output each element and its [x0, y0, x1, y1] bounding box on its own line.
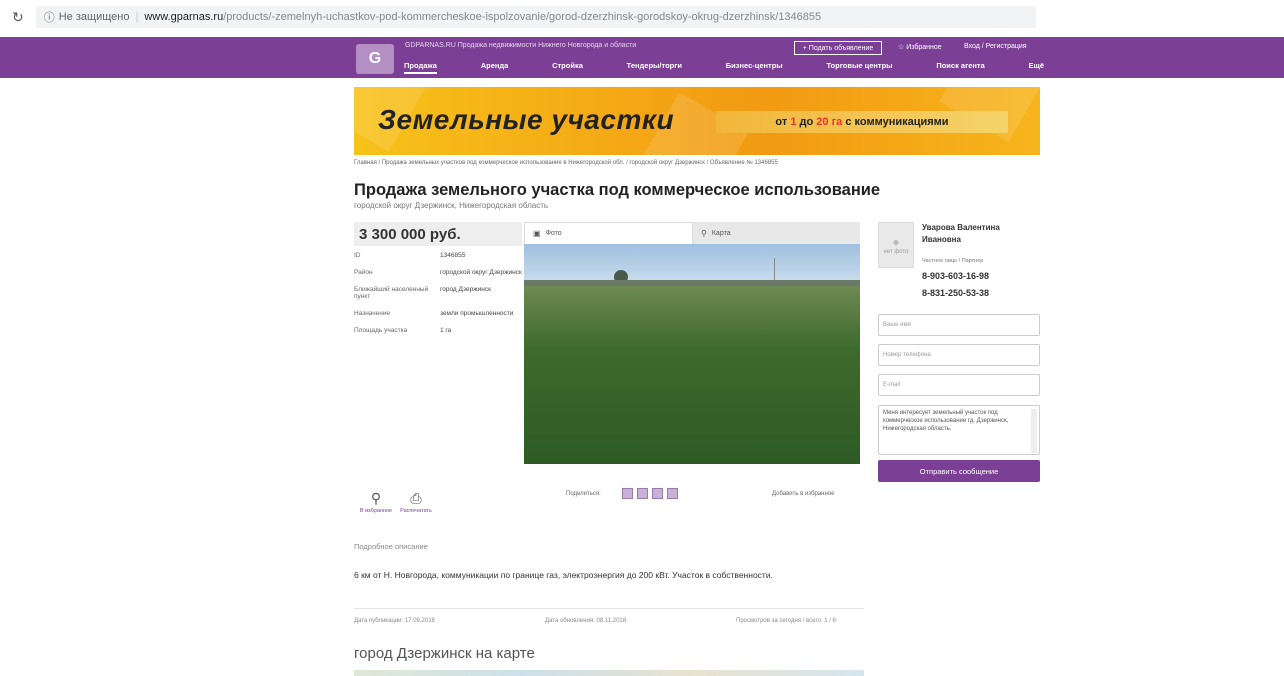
nav-item-more[interactable]: Ещё	[1028, 61, 1044, 74]
email-field[interactable]: E-mail	[878, 374, 1040, 396]
print-action[interactable]: ⎙ Распечатать	[396, 490, 436, 514]
description-text: 6 км от Н. Новгорода, коммуникации по гр…	[354, 570, 773, 580]
updated-date: Дата обновления: 08.11.2018	[545, 618, 627, 624]
phone-secondary[interactable]: 8-831-250-53-38	[922, 288, 989, 298]
detail-row: Ближайший населенный пункт город Дзержинс…	[354, 286, 524, 300]
ad-banner[interactable]: Земельные участки от 1 до 20 га с коммун…	[354, 87, 1040, 155]
user-icon: ●	[892, 235, 900, 249]
message-text: Меня интересует земельный участок под ко…	[883, 410, 1009, 432]
tab-map-label: Карта	[711, 229, 731, 237]
share-label: Поделиться:	[566, 491, 601, 497]
detail-row: Площадь участка 1 га	[354, 327, 524, 334]
favorites-link[interactable]: ☆ Избранное	[898, 43, 942, 51]
detail-row: Район городской округ Дзержинск	[354, 269, 524, 276]
phone-field[interactable]: Номер телефона	[878, 344, 1040, 366]
map-preview[interactable]	[354, 670, 864, 676]
detail-value: город Дзержинск	[440, 286, 491, 293]
map-heading: город Дзержинск на карте	[354, 645, 535, 662]
site-logo[interactable]: G	[356, 44, 394, 74]
banner-offer-prefix: от	[775, 116, 788, 128]
add-to-favorites-link[interactable]: Добавить в избранное	[772, 491, 834, 497]
detail-row: Назначение земли промышленности	[354, 310, 524, 317]
send-message-button[interactable]: Отправить сообщение	[878, 460, 1040, 482]
favorite-action[interactable]: ⚲ В избранное	[356, 490, 396, 514]
nav-item-find-agent[interactable]: Поиск агента	[936, 61, 984, 74]
divider	[354, 608, 864, 609]
share-ok-icon[interactable]	[652, 488, 663, 499]
add-listing-button[interactable]: + Подать объявление	[794, 41, 882, 55]
nav-item-rent[interactable]: Аренда	[481, 61, 509, 74]
share-tw-icon[interactable]	[667, 488, 678, 499]
site-header: G GDPARNAS.RU Продажа недвижимости Нижне…	[0, 37, 1284, 78]
price-value: 3 300 000 руб.	[359, 225, 461, 243]
nav-item-construction[interactable]: Стройка	[552, 61, 583, 74]
reload-icon[interactable]: ↻	[12, 9, 24, 26]
detail-value: земли промышленности	[440, 310, 514, 317]
phone-primary[interactable]: 8-903-603-16-98	[922, 271, 989, 281]
photo-icon: ▣	[533, 229, 541, 238]
login-link[interactable]: Вход / Регистрация	[964, 43, 1027, 50]
url-host: www.gparnas.ru	[144, 11, 224, 23]
detail-value: 1346855	[440, 252, 466, 259]
views-count: Просмотров за сегодня / всего: 1 / 8	[736, 618, 836, 624]
detail-key: ID	[354, 252, 361, 259]
url-path: /products/-zemelnyh-uchastkov-pod-kommer…	[223, 11, 822, 23]
main-nav: Продажа Аренда Стройка Тендеры/торги Биз…	[404, 61, 1044, 74]
nav-item-shopping-centers[interactable]: Торговые центры	[826, 61, 892, 74]
nav-item-business-centers[interactable]: Бизнес-центры	[726, 61, 783, 74]
created-date: Дата публикации: 17.09.2018	[354, 618, 435, 624]
photo-pole	[774, 258, 775, 282]
detail-value: городской округ Дзержинск	[440, 269, 522, 276]
page-subtitle: городской округ Дзержинск, Нижегородская…	[354, 201, 549, 210]
tab-map[interactable]: ⚲ Карта	[693, 222, 860, 244]
url-divider: |	[135, 11, 139, 23]
security-label: Не защищено	[58, 11, 130, 23]
message-scrollbar[interactable]	[1031, 409, 1037, 453]
nav-item-tenders[interactable]: Тендеры/торги	[627, 61, 682, 74]
photo-field	[524, 286, 860, 464]
print-action-label: Распечатать	[400, 508, 432, 514]
banner-offer-mid: до	[799, 116, 814, 128]
details-table: ID 1346855 Район городской округ Дзержинск…	[354, 252, 524, 344]
media-tabs: ▣ Фото ⚲ Карта	[524, 222, 860, 244]
url-field[interactable]: ⓘ Не защищено | www.gparnas.ru /products…	[35, 6, 1036, 28]
detail-key: Назначение	[354, 310, 391, 317]
map-pin-icon: ⚲	[701, 228, 707, 238]
site-name: GDPARNAS.RU Продажа недвижимости Нижнего…	[405, 42, 637, 49]
avatar: ● нет фото	[878, 222, 914, 268]
detail-key: Район	[354, 269, 373, 276]
agent-type: Частное лицо / Партнер	[922, 258, 984, 264]
agent-name: Уварова Валентина Ивановна	[922, 223, 1000, 244]
share-fb-icon[interactable]	[637, 488, 648, 499]
share-icons	[622, 488, 678, 499]
share-vk-icon[interactable]	[622, 488, 633, 499]
favorite-icon: ⚲	[370, 490, 382, 506]
price-box: 3 300 000 руб.	[354, 222, 522, 246]
banner-offer-min: 1	[790, 116, 797, 128]
banner-title: Земельные участки	[378, 104, 675, 135]
tab-photo-label: Фото	[545, 230, 562, 237]
detail-key: Площадь участка	[354, 327, 408, 334]
name-field[interactable]: Ваше имя	[878, 314, 1040, 336]
banner-offer-max: 20 га	[816, 116, 843, 128]
banner-offer-suffix: с коммуникациями	[845, 116, 949, 128]
page-title: Продажа земельного участка под коммерчес…	[354, 181, 881, 199]
message-field[interactable]: Меня интересует земельный участок под ко…	[878, 405, 1040, 455]
info-icon[interactable]: ⓘ	[44, 9, 55, 25]
tab-photo[interactable]: ▣ Фото	[524, 222, 693, 244]
print-icon: ⎙	[410, 490, 422, 506]
favorite-action-label: В избранное	[359, 508, 393, 514]
breadcrumb[interactable]: Главная / Продажа земельных участков под…	[354, 160, 778, 166]
detail-value: 1 га	[440, 327, 452, 334]
detail-key: Ближайший населенный пункт	[354, 286, 429, 300]
photo-sky	[524, 244, 860, 282]
browser-address-bar: ↻ ⓘ Не защищено | www.gparnas.ru /produc…	[0, 0, 1284, 34]
detail-row: ID 1346855	[354, 252, 524, 259]
banner-offer: от 1 до 20 га с коммуникациями	[716, 111, 1008, 133]
avatar-placeholder: нет фото	[883, 249, 909, 255]
listing-photo[interactable]	[524, 244, 860, 464]
nav-item-sale[interactable]: Продажа	[404, 61, 437, 74]
description-heading: Подробное описание	[354, 542, 428, 551]
